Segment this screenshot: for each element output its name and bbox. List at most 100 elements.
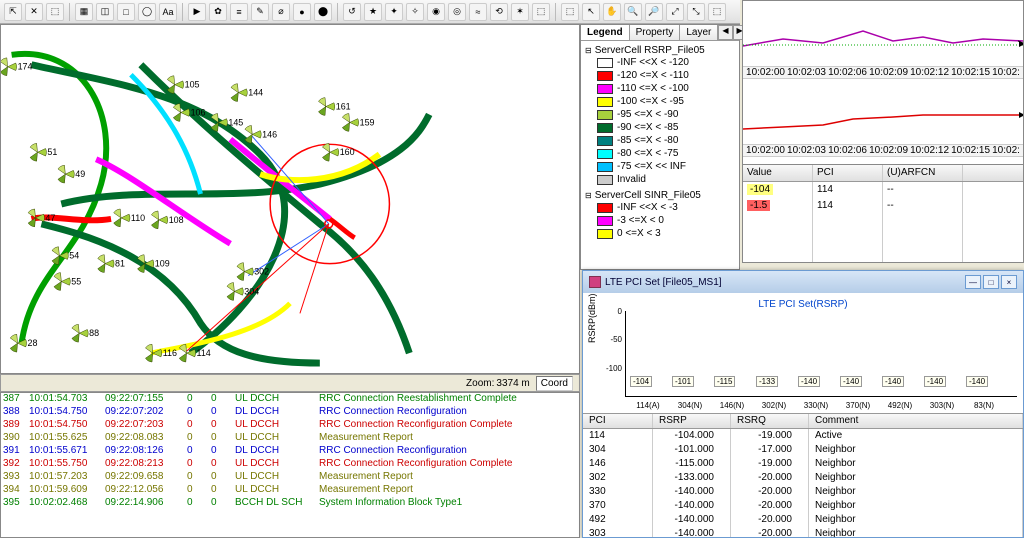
log-row[interactable]: 39010:01:55.62509:22:08.08300UL DCCHMeas… [1, 432, 579, 445]
time-tick: 10:02:03 [787, 67, 826, 78]
pci-row[interactable]: 303-140.000-20.000Neighbor [583, 527, 1023, 537]
log-row[interactable]: 39410:01:59.60909:22:12.05600UL DCCHMeas… [1, 484, 579, 497]
svg-text:49: 49 [75, 169, 85, 179]
value-row[interactable]: -1.5114-- [743, 198, 1023, 214]
log-row[interactable]: 38810:01:54.75009:22:07:20200DL DCCHRRC … [1, 406, 579, 419]
toolbar-button-4[interactable]: ◫ [96, 3, 114, 21]
toolbar-button-32[interactable]: ⬚ [708, 3, 726, 21]
toolbar-button-24[interactable]: ⬚ [532, 3, 550, 21]
ytick: 0 [594, 307, 622, 316]
legend-item: -100 <=X < -95 [597, 95, 735, 108]
pci-row[interactable]: 330-140.000-20.000Neighbor [583, 485, 1023, 499]
toolbar-button-19[interactable]: ◉ [427, 3, 445, 21]
toolbar-button-11[interactable]: ✎ [251, 3, 269, 21]
svg-text:114: 114 [197, 348, 211, 358]
col-comment[interactable]: Comment [809, 414, 1023, 428]
toolbar-button-16[interactable]: ★ [364, 3, 382, 21]
pci-row[interactable]: 302-133.000-20.000Neighbor [583, 471, 1023, 485]
toolbar-button-6[interactable]: ◯ [138, 3, 156, 21]
legend-prev[interactable]: ◀ [718, 25, 732, 40]
toolbar-button-13[interactable]: ● [293, 3, 311, 21]
toolbar-button-28[interactable]: 🔍 [624, 3, 642, 21]
legend-item: -75 <=X << INF [597, 160, 735, 173]
minimize-button[interactable]: — [965, 275, 981, 289]
tab-legend[interactable]: Legend [581, 25, 630, 40]
col-value[interactable]: Value [743, 165, 813, 181]
toolbar-button-22[interactable]: ⟲ [490, 3, 508, 21]
toolbar-button-9[interactable]: ✿ [209, 3, 227, 21]
svg-text:116: 116 [163, 348, 177, 358]
value-row[interactable] [743, 214, 1023, 230]
toolbar-button-29[interactable]: 🔎 [645, 3, 663, 21]
maximize-button[interactable]: □ [983, 275, 999, 289]
tab-layer[interactable]: Layer [680, 25, 718, 40]
toolbar-button-31[interactable]: ⤡ [687, 3, 705, 21]
col-pci[interactable]: PCI [583, 414, 653, 428]
cell-site-160[interactable]: 160 [322, 143, 354, 161]
pci-row[interactable]: 492-140.000-20.000Neighbor [583, 513, 1023, 527]
map-view[interactable]: 1051061441451461611591605149471101081095… [0, 24, 580, 374]
col-pci[interactable]: PCI [813, 165, 883, 181]
log-row[interactable]: 38910:01:54.75009:22:07:20300UL DCCHRRC … [1, 419, 579, 432]
pci-window-title: LTE PCI Set [File05_MS1] [605, 277, 722, 288]
time-tick: 10:02:06 [828, 67, 867, 78]
toolbar-button-15[interactable]: ↺ [343, 3, 361, 21]
cell-site-51[interactable]: 51 [30, 143, 57, 161]
log-row[interactable]: 39310:01:57.20309:22:09.65800UL DCCHMeas… [1, 471, 579, 484]
cell-site-161[interactable]: 161 [318, 98, 350, 116]
toolbar-button-25[interactable]: ⬚ [561, 3, 579, 21]
cell-site-88[interactable]: 88 [72, 324, 99, 342]
svg-text:28: 28 [28, 338, 38, 348]
toolbar-button-30[interactable]: ⤢ [666, 3, 684, 21]
cell-site-110[interactable]: 110 [114, 209, 146, 227]
cell-site-159[interactable]: 159 [342, 114, 374, 132]
cell-site-174[interactable]: 174 [1, 58, 33, 76]
toolbar-button-5[interactable]: □ [117, 3, 135, 21]
value-row[interactable] [743, 246, 1023, 262]
toolbar-button-21[interactable]: ≈ [469, 3, 487, 21]
cell-site-81[interactable]: 81 [98, 255, 125, 273]
cell-site-144[interactable]: 144 [231, 84, 263, 102]
toolbar-button-20[interactable]: ◎ [448, 3, 466, 21]
log-row[interactable]: 39210:01:55.75009:22:08:21300UL DCCHRRC … [1, 458, 579, 471]
log-row[interactable]: 38710:01:54.70309:22:07:15500UL DCCHRRC … [1, 393, 579, 406]
toolbar-button-7[interactable]: Aa [159, 3, 177, 21]
toolbar-button-14[interactable]: ⬤ [314, 3, 332, 21]
cell-site-146[interactable]: 146 [245, 125, 277, 143]
toolbar-button-23[interactable]: ✶ [511, 3, 529, 21]
value-row[interactable]: -104114-- [743, 182, 1023, 198]
toolbar-button-27[interactable]: ✋ [603, 3, 621, 21]
cell-site-55[interactable]: 55 [54, 273, 81, 291]
cell-site-49[interactable]: 49 [58, 165, 85, 183]
legend-group[interactable]: ServerCell RSRP_File05 [585, 45, 735, 56]
toolbar-button-1[interactable]: ✕ [25, 3, 43, 21]
pci-data-table[interactable]: PCI RSRP RSRQ Comment 114-104.000-19.000… [583, 413, 1023, 537]
close-button[interactable]: × [1001, 275, 1017, 289]
col-rsrp[interactable]: RSRP [653, 414, 731, 428]
toolbar-button-18[interactable]: ✧ [406, 3, 424, 21]
value-row[interactable] [743, 230, 1023, 246]
legend-item: Invalid [597, 173, 735, 186]
log-row[interactable]: 39510:02:02.46809:22:14.90600BCCH DL SCH… [1, 497, 579, 510]
log-row[interactable]: 39110:01:55.67109:22:08:12600DL DCCHRRC … [1, 445, 579, 458]
toolbar-button-12[interactable]: ⌀ [272, 3, 290, 21]
toolbar-button-26[interactable]: ↖ [582, 3, 600, 21]
toolbar-button-17[interactable]: ✦ [385, 3, 403, 21]
toolbar-button-10[interactable]: ≡ [230, 3, 248, 21]
col-rsrq[interactable]: RSRQ [731, 414, 809, 428]
pci-row[interactable]: 370-140.000-20.000Neighbor [583, 499, 1023, 513]
tab-property[interactable]: Property [630, 25, 681, 40]
cell-site-105[interactable]: 105 [167, 76, 199, 94]
toolbar-button-8[interactable]: ▶ [188, 3, 206, 21]
pci-row[interactable]: 114-104.000-19.000Active [583, 429, 1023, 443]
message-log-table[interactable]: 38710:01:54.70309:22:07:15500UL DCCHRRC … [0, 392, 580, 538]
legend-group[interactable]: ServerCell SINR_File05 [585, 190, 735, 201]
time-tick: 10:02:12 [910, 67, 949, 78]
toolbar-button-0[interactable]: ⇱ [4, 3, 22, 21]
toolbar-button-3[interactable]: ▦ [75, 3, 93, 21]
toolbar-button-2[interactable]: ⬚ [46, 3, 64, 21]
pci-row[interactable]: 146-115.000-19.000Neighbor [583, 457, 1023, 471]
col-arfcn[interactable]: (U)ARFCN [883, 165, 963, 181]
ytick: -50 [594, 335, 622, 344]
pci-row[interactable]: 304-101.000-17.000Neighbor [583, 443, 1023, 457]
